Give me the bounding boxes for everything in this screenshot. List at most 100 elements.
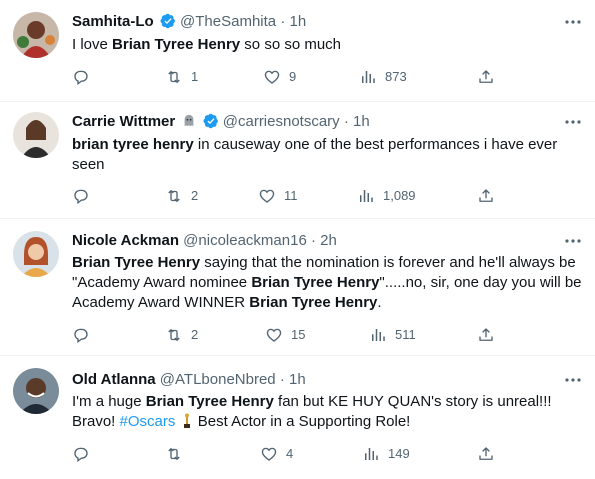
- share-icon: [479, 328, 493, 341]
- like-count: 11: [284, 188, 298, 203]
- retweet-count: 2: [191, 188, 199, 203]
- text-segment: I'm a huge: [72, 393, 146, 410]
- reply-button[interactable]: [72, 444, 98, 464]
- retweet-button[interactable]: 2: [165, 325, 198, 345]
- user-handle[interactable]: @nicoleackman16: [183, 232, 307, 249]
- share-button[interactable]: [477, 325, 503, 345]
- display-name[interactable]: Samhita-Lo: [72, 13, 154, 30]
- retweet-count: 2: [191, 327, 199, 342]
- like-count: 9: [289, 69, 297, 84]
- hashtag-link[interactable]: #Oscars: [120, 413, 176, 430]
- separator: ·: [280, 13, 286, 30]
- tweet-text: I'm a huge Brian Tyree Henry fan but KE …: [72, 392, 582, 432]
- tweet-header: Nicole Ackman @nicoleackman16 · 2h: [72, 231, 337, 251]
- separator: ·: [279, 371, 285, 388]
- user-handle[interactable]: @carriesnotscary: [223, 113, 340, 130]
- views-button[interactable]: 873: [359, 67, 407, 87]
- user-handle[interactable]: @TheSamhita: [180, 13, 276, 30]
- more-icon: [565, 378, 581, 382]
- text-segment-bold: Brian Tyree Henry: [249, 294, 378, 311]
- share-button[interactable]: [477, 67, 503, 87]
- tweet-actions: 1 9 873: [72, 67, 572, 87]
- tweet-text: Brian Tyree Henry saying that the nomina…: [72, 253, 582, 313]
- like-button[interactable]: 15: [265, 325, 305, 345]
- avatar[interactable]: [13, 368, 59, 414]
- like-button[interactable]: 4: [260, 444, 293, 464]
- text-segment: Best Actor in a Supporting Role!: [193, 413, 411, 430]
- reply-button[interactable]: [72, 186, 98, 206]
- text-segment: so so so much: [240, 36, 342, 53]
- trophy-emoji-icon: [183, 413, 190, 428]
- more-options-button[interactable]: [563, 112, 583, 132]
- tweet-text: I love Brian Tyree Henry so so so much: [72, 35, 582, 55]
- tweet-actions: 2 11 1,089: [72, 186, 572, 206]
- share-button[interactable]: [477, 186, 503, 206]
- retweet-button[interactable]: [165, 444, 191, 464]
- verified-badge-icon: [203, 113, 218, 129]
- display-name[interactable]: Nicole Ackman: [72, 232, 179, 249]
- text-segment: I love: [72, 36, 113, 53]
- views-button[interactable]: 511: [369, 325, 416, 345]
- timestamp[interactable]: 1h: [353, 113, 370, 130]
- text-segment-bold: Brian Tyree Henry: [251, 274, 380, 291]
- reply-icon: [74, 447, 88, 463]
- views-button[interactable]: 149: [362, 444, 410, 464]
- retweet-icon: [168, 329, 180, 341]
- retweet-button[interactable]: 2: [165, 186, 198, 206]
- tweet-header: Old Atlanna @ATLboneNbred · 1h: [72, 370, 306, 390]
- reply-button[interactable]: [72, 325, 98, 345]
- retweet-icon: [168, 190, 180, 202]
- timestamp[interactable]: 1h: [289, 13, 306, 30]
- more-options-button[interactable]: [563, 231, 583, 251]
- views-icon: [362, 71, 375, 83]
- tweet-header: Carrie Wittmer @carriesnotscary · 1h: [72, 112, 370, 132]
- reply-icon: [74, 189, 88, 205]
- views-icon: [372, 329, 385, 341]
- like-button[interactable]: 9: [263, 67, 296, 87]
- more-icon: [565, 20, 581, 24]
- reply-icon: [74, 328, 88, 344]
- display-name[interactable]: Old Atlanna: [72, 371, 156, 388]
- avatar[interactable]: [13, 12, 59, 58]
- like-button[interactable]: 11: [258, 186, 298, 206]
- share-button[interactable]: [477, 444, 503, 464]
- retweet-icon: [168, 71, 180, 83]
- views-count: 1,089: [383, 188, 416, 203]
- tweet[interactable]: Carrie Wittmer @carriesnotscary · 1h bri…: [0, 102, 595, 219]
- tweet-actions: 2 15 511: [72, 325, 572, 345]
- share-icon: [479, 447, 493, 460]
- separator: ·: [310, 232, 316, 249]
- timestamp[interactable]: 1h: [289, 371, 306, 388]
- text-segment-bold: Brian Tyree Henry: [145, 393, 274, 410]
- views-button[interactable]: 1,089: [357, 186, 416, 206]
- tweet-actions: 4 149: [72, 444, 572, 464]
- more-options-button[interactable]: [563, 12, 583, 32]
- separator: ·: [343, 113, 349, 130]
- avatar[interactable]: [13, 112, 59, 158]
- retweet-icon: [168, 448, 180, 460]
- reply-button[interactable]: [72, 67, 98, 87]
- text-segment-bold: Brian Tyree Henry: [112, 36, 241, 53]
- tweet[interactable]: Nicole Ackman @nicoleackman16 · 2h Brian…: [0, 219, 595, 356]
- like-count: 4: [286, 446, 294, 461]
- text-segment-bold: Brian Tyree Henry: [72, 254, 201, 271]
- text-segment-bold: brian tyree henry: [72, 136, 194, 153]
- views-icon: [365, 448, 378, 460]
- tweet-feed: Samhita-Lo @TheSamhita · 1h I love Brian…: [0, 0, 595, 479]
- more-options-button[interactable]: [563, 370, 583, 390]
- tweet[interactable]: Old Atlanna @ATLboneNbred · 1h I'm a hug…: [0, 356, 595, 479]
- ghost-emoji-icon: [185, 114, 194, 127]
- retweet-button[interactable]: 1: [165, 67, 198, 87]
- tweet[interactable]: Samhita-Lo @TheSamhita · 1h I love Brian…: [0, 0, 595, 102]
- like-icon: [261, 447, 277, 461]
- views-count: 511: [395, 327, 416, 342]
- like-icon: [266, 328, 282, 342]
- avatar[interactable]: [13, 231, 59, 277]
- share-icon: [479, 70, 493, 83]
- user-handle[interactable]: @ATLboneNbred: [160, 371, 276, 388]
- display-name[interactable]: Carrie Wittmer: [72, 113, 175, 130]
- like-icon: [259, 189, 275, 203]
- tweet-header: Samhita-Lo @TheSamhita · 1h: [72, 12, 306, 32]
- views-count: 873: [385, 69, 407, 84]
- timestamp[interactable]: 2h: [320, 232, 337, 249]
